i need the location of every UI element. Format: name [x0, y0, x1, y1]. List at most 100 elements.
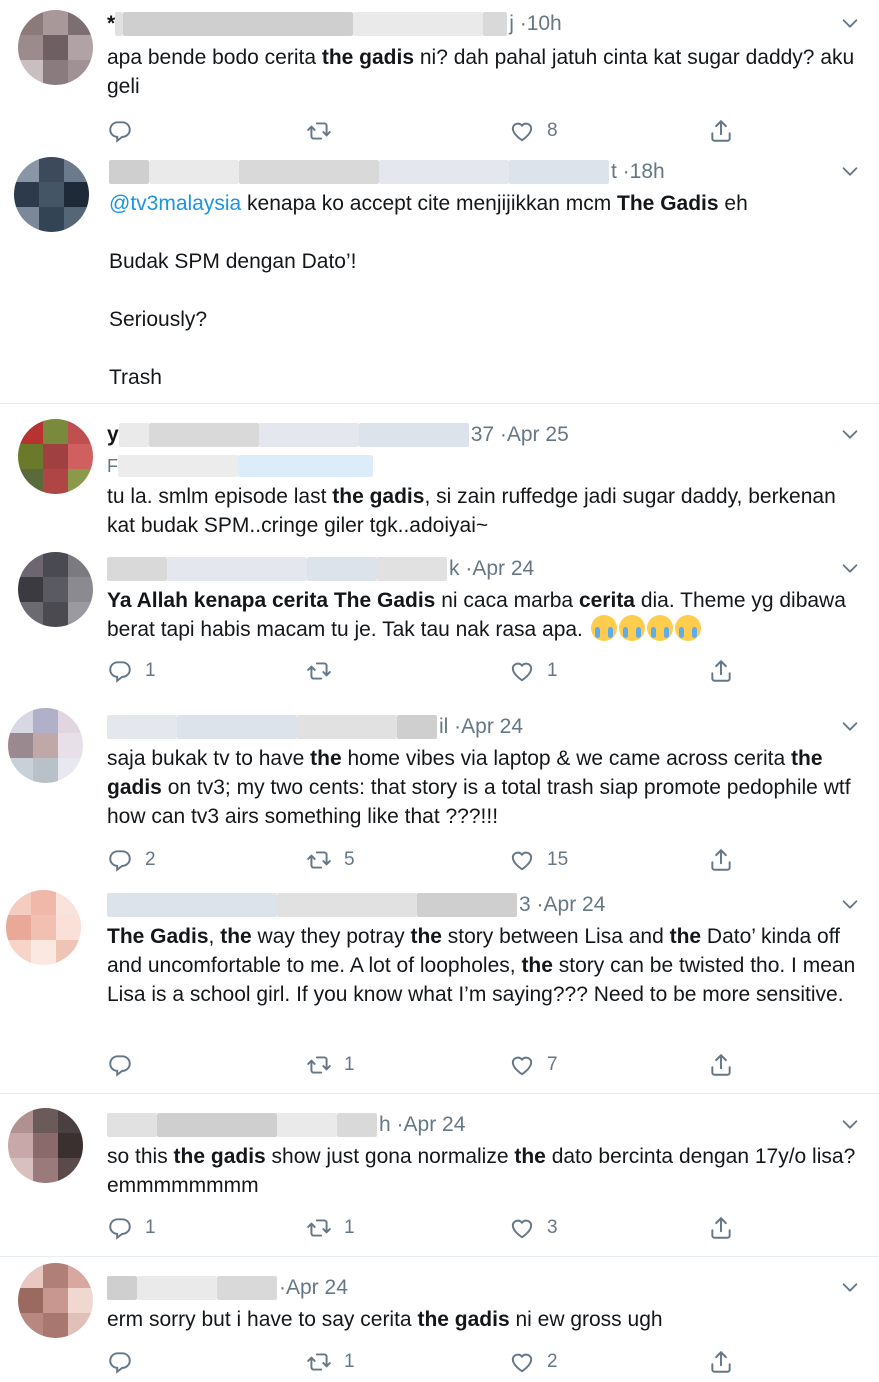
- display-name-initial[interactable]: y: [107, 423, 119, 447]
- retweet-button[interactable]: [306, 655, 344, 687]
- redacted-name: [297, 715, 397, 739]
- like-icon: [509, 1215, 535, 1241]
- replying-to-initial: F: [107, 455, 118, 476]
- reply-count: 1: [145, 660, 156, 681]
- redacted-name: [107, 557, 167, 581]
- redacted-name: [137, 1276, 217, 1300]
- chevron-down-icon[interactable]: [839, 557, 861, 579]
- reply-button[interactable]: 1: [107, 655, 156, 687]
- tweet-timestamp[interactable]: Apr 24: [404, 1113, 466, 1137]
- avatar[interactable]: [14, 157, 89, 232]
- redacted-name: [118, 423, 149, 447]
- retweet-button[interactable]: [306, 115, 344, 147]
- retweet-button[interactable]: 5: [306, 844, 355, 876]
- avatar[interactable]: [8, 1108, 83, 1183]
- reply-button[interactable]: [107, 1049, 145, 1081]
- reply-button[interactable]: 2: [107, 844, 156, 876]
- chevron-down-icon[interactable]: [839, 893, 861, 915]
- like-button[interactable]: 15: [509, 844, 568, 876]
- share-button[interactable]: [708, 1346, 734, 1378]
- reply-button[interactable]: [107, 115, 145, 147]
- avatar[interactable]: [18, 1263, 93, 1338]
- reply-icon: [107, 658, 133, 684]
- avatar[interactable]: [18, 552, 93, 627]
- search-term-highlight: the: [521, 954, 553, 977]
- avatar-pixel: [39, 157, 64, 182]
- retweet-count: 1: [344, 1054, 355, 1075]
- avatar-pixel: [43, 419, 68, 444]
- redacted-name: [377, 557, 447, 581]
- like-icon: [509, 118, 535, 144]
- redacted-name: [483, 12, 508, 36]
- retweet-button[interactable]: 1: [306, 1049, 355, 1081]
- tweet-text: Ya Allah kenapa cerita The Gadis ni caca…: [107, 589, 852, 641]
- avatar-pixel: [18, 419, 43, 444]
- avatar-pixel: [58, 1158, 83, 1183]
- avatar-pixel: [68, 1263, 93, 1288]
- tweet-timestamp[interactable]: Apr 24: [461, 715, 523, 739]
- avatar-pixel: [18, 35, 43, 60]
- share-button[interactable]: [708, 655, 734, 687]
- redacted-name: [239, 160, 379, 184]
- chevron-down-icon[interactable]: [839, 12, 861, 34]
- handle-tail: j ·: [509, 12, 527, 35]
- retweet-button[interactable]: 1: [306, 1212, 355, 1244]
- avatar-pixel: [68, 60, 93, 85]
- avatar[interactable]: [18, 10, 93, 85]
- chevron-down-icon[interactable]: [839, 1113, 861, 1135]
- avatar[interactable]: [8, 708, 83, 783]
- redacted-name: [307, 557, 377, 581]
- share-button[interactable]: [708, 844, 734, 876]
- mention-link[interactable]: @tv3malaysia: [109, 192, 241, 215]
- avatar-pixel: [33, 1133, 58, 1158]
- search-term-highlight: Ya Allah kenapa cerita The Gadis: [107, 589, 436, 612]
- display-name-initial[interactable]: *: [107, 12, 115, 36]
- redacted-name: [107, 715, 177, 739]
- avatar-pixel: [18, 10, 43, 35]
- tweet-timestamp[interactable]: 18h: [630, 160, 665, 184]
- avatar-pixel: [43, 469, 68, 494]
- avatar-pixel: [18, 60, 43, 85]
- redacted-name: [167, 557, 307, 581]
- avatar-pixel: [68, 552, 93, 577]
- avatar-pixel: [68, 35, 93, 60]
- reply-button[interactable]: [107, 1346, 145, 1378]
- avatar-pixel: [14, 207, 39, 232]
- avatar[interactable]: [18, 419, 93, 494]
- avatar-pixel: [68, 1313, 93, 1338]
- redacted-name: [157, 1113, 277, 1137]
- chevron-down-icon[interactable]: [839, 160, 861, 182]
- retweet-icon: [306, 1052, 332, 1078]
- chevron-down-icon[interactable]: [839, 423, 861, 445]
- search-term-highlight: the gadis: [417, 1308, 510, 1331]
- chevron-down-icon[interactable]: [839, 715, 861, 737]
- reply-button[interactable]: 1: [107, 1212, 156, 1244]
- handle-tail: k ·: [449, 557, 473, 580]
- like-button[interactable]: 1: [509, 655, 558, 687]
- tweet-timestamp[interactable]: Apr 24: [544, 893, 606, 917]
- search-term-highlight: the: [669, 925, 702, 948]
- retweet-icon: [306, 658, 332, 684]
- like-button[interactable]: 3: [509, 1212, 558, 1244]
- tweet-text: The Gadis, the way they potray the story…: [107, 925, 862, 1006]
- share-icon: [708, 1349, 734, 1375]
- like-button[interactable]: 7: [509, 1049, 558, 1081]
- share-button[interactable]: [708, 1049, 734, 1081]
- loudly-crying-face-emoji: [674, 615, 701, 641]
- reply-icon: [107, 118, 133, 144]
- chevron-down-icon[interactable]: [839, 1276, 861, 1298]
- retweet-button[interactable]: 1: [306, 1346, 355, 1378]
- avatar[interactable]: [6, 890, 81, 965]
- share-button[interactable]: [708, 1212, 734, 1244]
- tweet-timestamp[interactable]: 10h: [527, 12, 562, 36]
- tweet-divider: [0, 1093, 879, 1094]
- like-button[interactable]: 8: [509, 115, 558, 147]
- redacted-name: [177, 715, 297, 739]
- like-button[interactable]: 2: [509, 1346, 558, 1378]
- tweet-timestamp[interactable]: Apr 24: [472, 557, 534, 581]
- tweet-timestamp[interactable]: Apr 24: [286, 1276, 348, 1300]
- tweet-timestamp[interactable]: Apr 25: [507, 423, 569, 447]
- avatar-pixel: [43, 1263, 68, 1288]
- share-button[interactable]: [708, 115, 734, 147]
- tweet-header: 3 · Apr 24: [107, 891, 605, 919]
